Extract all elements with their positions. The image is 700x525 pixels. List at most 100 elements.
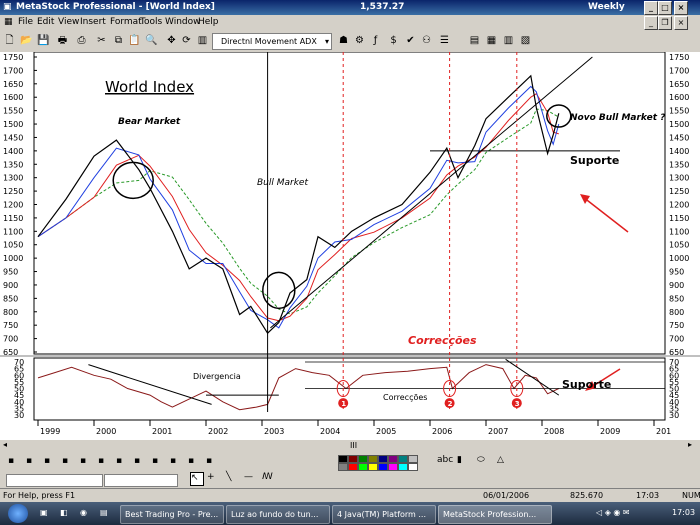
suporte-osc-label: Suporte xyxy=(562,378,611,391)
quicklaunch-3-icon[interactable]: ◉ xyxy=(80,508,87,517)
point-figure-icon[interactable]: ▪ xyxy=(62,456,74,466)
maximize-button[interactable]: □ xyxy=(658,1,672,15)
indicator-combo[interactable]: Directnl Movement ADX ▾ xyxy=(212,33,332,50)
scale-icon[interactable]: ▪ xyxy=(170,456,182,466)
menu-edit[interactable]: Edit xyxy=(37,17,54,27)
menu-format[interactable]: Format xyxy=(110,17,142,27)
menu-view[interactable]: View xyxy=(58,17,79,27)
paste-icon[interactable]: 📋 xyxy=(128,34,141,47)
pan-icon[interactable]: ✥ xyxy=(165,34,178,47)
menu-help[interactable]: Help xyxy=(198,17,219,27)
color-swatch[interactable] xyxy=(378,455,388,463)
line-width-combo[interactable] xyxy=(104,474,178,487)
scroll-thumb[interactable]: III xyxy=(350,441,357,450)
novo-bull-market-label: Novo Bull Market ? xyxy=(570,113,665,123)
refresh-icon[interactable]: ⟳ xyxy=(180,34,193,47)
ellipse-icon[interactable]: ⬭ xyxy=(477,455,485,465)
color-swatch[interactable] xyxy=(368,463,378,471)
menu-insert[interactable]: Insert xyxy=(80,17,106,27)
color-swatch[interactable] xyxy=(358,455,368,463)
hline-tool-icon[interactable]: — xyxy=(244,472,253,482)
grid-icon[interactable]: ▪ xyxy=(152,456,164,466)
osc-ytick-label-left: 70 xyxy=(14,358,24,367)
crosshair-tool-icon[interactable]: + xyxy=(207,472,215,482)
fill-icon[interactable]: ▪ xyxy=(116,456,128,466)
color-swatch[interactable] xyxy=(398,463,408,471)
close-button[interactable]: × xyxy=(674,1,688,15)
quicklaunch-2-icon[interactable]: ◧ xyxy=(60,508,68,517)
task-metastock[interactable]: MetaStock Profession... xyxy=(438,505,552,524)
menu-tools[interactable]: Tools xyxy=(140,17,162,27)
color-icon[interactable]: ▪ xyxy=(188,456,200,466)
chart-area[interactable]: 650 650 700 700 750 750 800 800 850 850 900 900 950 9… xyxy=(0,51,700,442)
dollar-icon[interactable]: $ xyxy=(387,34,400,47)
line-style-combo[interactable] xyxy=(6,474,103,487)
color-swatch[interactable] xyxy=(408,455,418,463)
bear-market-label: Bear Market xyxy=(118,117,181,127)
start-button[interactable] xyxy=(8,504,28,523)
layout-2-icon[interactable]: ▦ xyxy=(485,34,498,47)
color-swatch[interactable] xyxy=(388,455,398,463)
horizontal-scrollbar[interactable]: III ◂ ▸ xyxy=(0,440,700,452)
cut-icon[interactable]: ✂ xyxy=(95,34,108,47)
color-swatch[interactable] xyxy=(348,455,358,463)
menu-window[interactable]: Window xyxy=(165,17,201,27)
candle-icon[interactable]: ▪ xyxy=(44,456,56,466)
quicklaunch-icon[interactable]: ▣ xyxy=(40,508,48,517)
explorer-icon[interactable]: ☗ xyxy=(337,34,350,47)
binoculars-icon[interactable]: ⚇ xyxy=(420,34,433,47)
layout-4-icon[interactable]: ▧ xyxy=(519,34,532,47)
main-ytick-label-right: 1050 xyxy=(669,241,689,250)
color-swatch[interactable] xyxy=(358,463,368,471)
text-icon[interactable]: abc xyxy=(437,455,453,465)
system-tester-icon[interactable]: ⚙ xyxy=(353,34,366,47)
tray-icons[interactable]: ◁ ◈ ◉ ✉ xyxy=(596,508,630,517)
color-swatch[interactable] xyxy=(408,463,418,471)
pointer-tool-icon[interactable]: ↖ xyxy=(190,472,204,486)
task-best-trading[interactable]: Best Trading Pro - Pre... xyxy=(120,505,224,524)
open-icon[interactable]: 📂 xyxy=(20,34,33,47)
options-icon[interactable]: ☰ xyxy=(438,34,451,47)
layout-1-icon[interactable]: ▤ xyxy=(468,34,481,47)
layout-3-icon[interactable]: ▥ xyxy=(502,34,515,47)
doc-minimize-button[interactable]: _ xyxy=(644,16,658,30)
main-ytick-label-right: 1600 xyxy=(669,93,689,102)
menu-file[interactable]: File xyxy=(18,17,33,27)
pen-tool-icon[interactable]: ꟿ xyxy=(262,472,273,482)
volume-icon[interactable]: ▪ xyxy=(80,456,92,466)
correccoes-main-label: Correcções xyxy=(408,334,477,347)
rect-icon[interactable]: ▮ xyxy=(457,455,462,465)
line-chart-icon[interactable]: ▪ xyxy=(26,456,38,466)
print-icon[interactable]: 🖶 xyxy=(56,34,69,47)
color-swatch[interactable] xyxy=(368,455,378,463)
text-tool-icon[interactable]: ▪ xyxy=(206,456,218,466)
color-swatch[interactable] xyxy=(378,463,388,471)
color-swatch[interactable] xyxy=(398,455,408,463)
color-swatch[interactable] xyxy=(348,463,358,471)
open-interest-icon[interactable]: ▪ xyxy=(98,456,110,466)
scroll-left-icon[interactable]: ◂ xyxy=(3,440,7,449)
main-ytick-label-right: 1750 xyxy=(669,53,689,62)
doc-close-button[interactable]: × xyxy=(674,16,688,30)
minimize-button[interactable]: _ xyxy=(644,1,658,15)
bar-chart-icon[interactable]: ▪ xyxy=(8,456,20,466)
color-swatch[interactable] xyxy=(388,463,398,471)
quicklaunch-4-icon[interactable]: ▤ xyxy=(100,508,108,517)
expert-icon[interactable]: ✔ xyxy=(404,34,417,47)
print-chart-icon[interactable]: ▪ xyxy=(134,456,146,466)
line-tool-icon[interactable]: ╲ xyxy=(226,472,231,482)
scroll-right-icon[interactable]: ▸ xyxy=(688,440,692,449)
color-swatch[interactable] xyxy=(338,463,348,471)
color-swatch[interactable] xyxy=(338,455,348,463)
zoom-icon[interactable]: 🔍 xyxy=(145,34,158,47)
triangle-icon[interactable]: △ xyxy=(497,455,504,465)
copy-icon[interactable]: ⧉ xyxy=(112,34,125,47)
task-luz-ao-fundo[interactable]: Luz ao fundo do tun... xyxy=(226,505,330,524)
chart-icon[interactable]: ▥ xyxy=(196,34,209,47)
new-icon[interactable]: 🗋 xyxy=(3,34,16,47)
formula-icon[interactable]: ƒ xyxy=(369,34,382,47)
task-java-platform[interactable]: 4 Java(TM) Platform ... xyxy=(332,505,436,524)
doc-restore-button[interactable]: ❐ xyxy=(658,16,672,30)
preview-icon[interactable]: ⎙ xyxy=(75,34,88,47)
save-icon[interactable]: 💾 xyxy=(37,34,50,47)
